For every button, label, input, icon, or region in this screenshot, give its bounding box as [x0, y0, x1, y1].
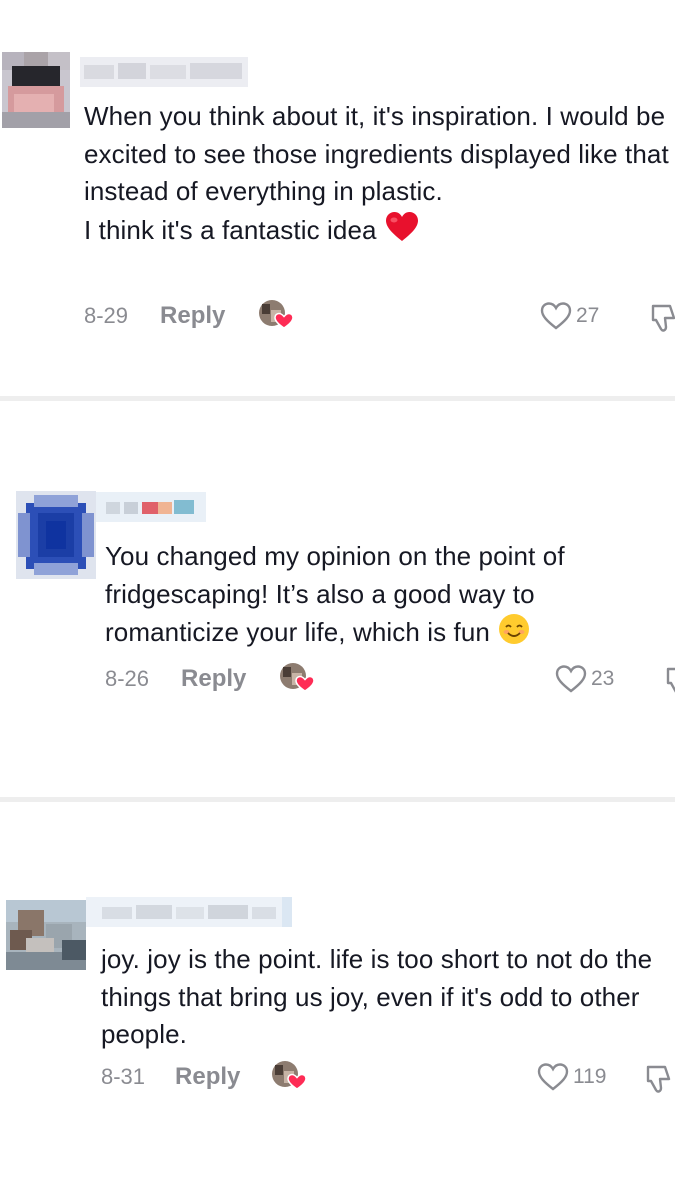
username[interactable]	[80, 57, 248, 87]
avatar[interactable]	[2, 52, 70, 128]
like-count: 23	[591, 667, 615, 690]
comment-date: 8-26	[105, 666, 150, 691]
dislike-icon	[666, 667, 675, 693]
heart-emoji	[385, 211, 419, 254]
comment-item: When you think about it, it's inspiratio…	[0, 0, 675, 400]
dislike-button[interactable]	[665, 661, 675, 701]
comment-meta: 8-26 Reply	[105, 659, 316, 699]
reply-button[interactable]: Reply	[160, 302, 225, 330]
comment-text: When you think about it, it's inspiratio…	[84, 98, 669, 253]
heart-outline-icon	[540, 302, 572, 330]
creator-liked-icon	[270, 1059, 308, 1096]
creator-liked-icon	[257, 298, 295, 335]
comment-text: You changed my opinion on the point of f…	[105, 538, 653, 656]
smiling-face-emoji	[498, 613, 530, 656]
reply-button[interactable]: Reply	[175, 1063, 240, 1091]
heart-outline-icon	[537, 1063, 569, 1091]
comment-item: You changed my opinion on the point of f…	[0, 401, 675, 797]
like-count: 27	[576, 304, 600, 327]
comment-item: joy. joy is the point. life is too short…	[0, 802, 675, 1200]
comment-meta: 8-31 Reply	[101, 1057, 308, 1097]
like-button[interactable]: 23	[555, 659, 614, 699]
username[interactable]	[96, 492, 206, 522]
avatar[interactable]	[6, 900, 86, 970]
reply-button[interactable]: Reply	[181, 665, 246, 693]
comment-date: 8-31	[101, 1064, 146, 1089]
avatar[interactable]	[16, 491, 96, 579]
comment-meta: 8-29 Reply	[84, 296, 295, 336]
like-button[interactable]: 119	[537, 1057, 606, 1097]
dislike-icon	[646, 1065, 671, 1093]
heart-outline-icon	[555, 665, 587, 693]
comment-text: joy. joy is the point. life is too short…	[101, 944, 660, 1049]
like-count: 119	[573, 1065, 607, 1088]
creator-liked-icon	[278, 661, 316, 698]
dislike-button[interactable]	[650, 298, 675, 338]
comment-date: 8-29	[84, 303, 129, 328]
like-button[interactable]: 27	[540, 296, 599, 336]
username[interactable]	[86, 897, 292, 927]
dislike-button[interactable]	[645, 1059, 673, 1099]
dislike-icon	[651, 304, 675, 332]
